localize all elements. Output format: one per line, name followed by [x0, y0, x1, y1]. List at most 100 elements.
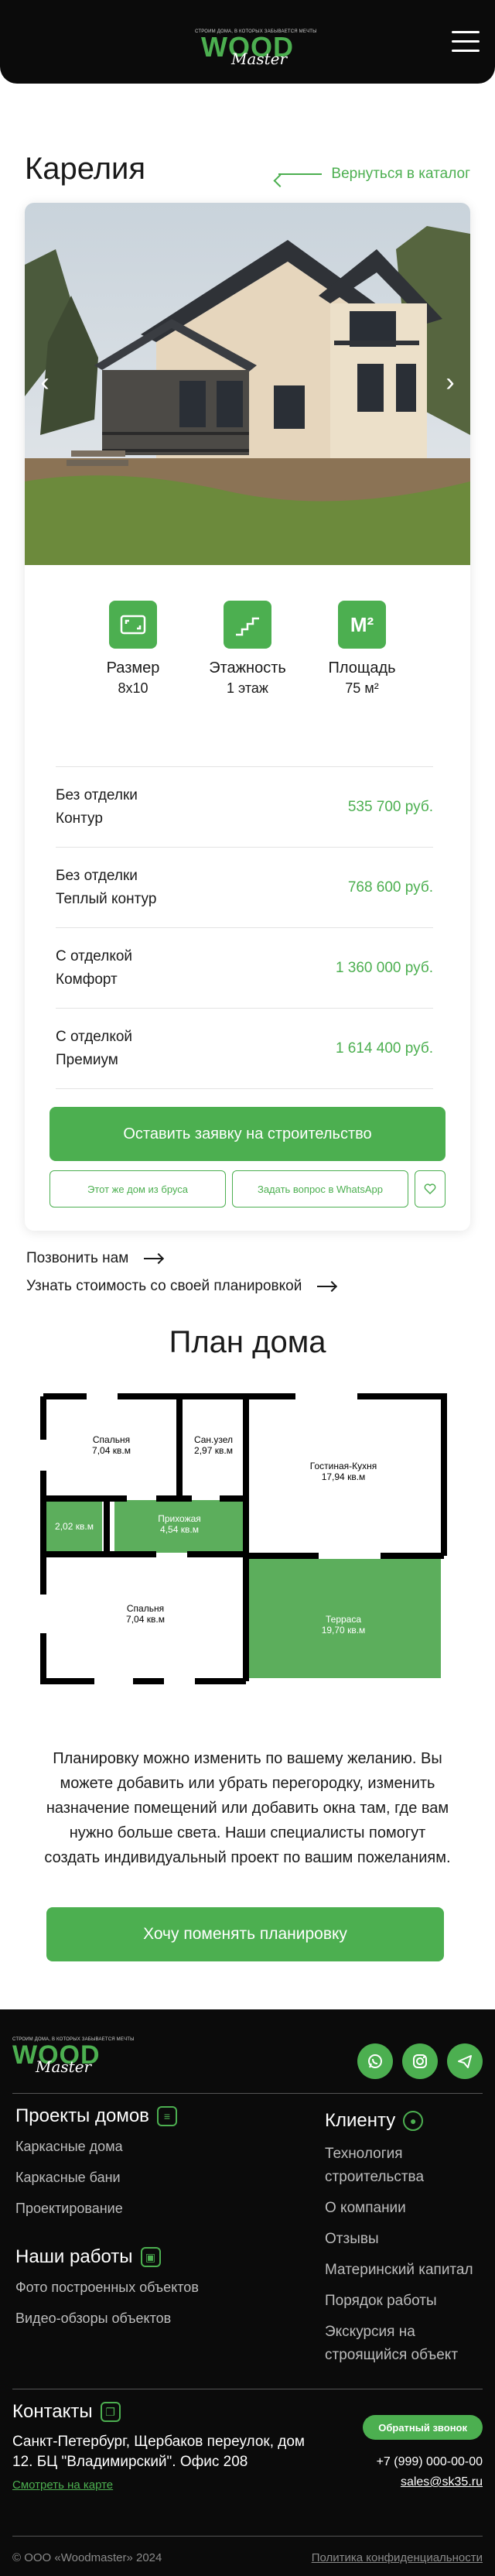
price-row[interactable]: С отделкой Комфорт 1 360 000 руб. [56, 928, 433, 1009]
next-photo-arrow-icon[interactable]: › [441, 368, 459, 396]
specs: Размер 8x10 Этажность 1 этаж М² Площадь … [25, 601, 470, 698]
own-plan-price-link[interactable]: Узнать стоимость со своей планировкой [26, 1273, 336, 1300]
room-label: Гостиная-Кухня [310, 1461, 377, 1471]
house-photo: ‹ › [25, 203, 470, 565]
spec-label: Площадь [328, 659, 396, 677]
price-row[interactable]: Без отделки Теплый контур 768 600 руб. [56, 848, 433, 928]
footer-link[interactable]: Экскурсия на строящийся объект [325, 2321, 487, 2367]
arrow-left-icon [278, 173, 323, 175]
call-us-label: Позвонить нам [26, 1250, 129, 1266]
client-heading[interactable]: Клиенту ● [325, 2110, 487, 2132]
arrow-right-icon [144, 1258, 163, 1259]
social-links [357, 2043, 483, 2079]
footer-link[interactable]: Каркасные бани [15, 2169, 278, 2186]
privacy-policy-link[interactable]: Политика конфиденциальности [312, 2551, 483, 2564]
room-area: 4,54 кв.м [160, 1524, 199, 1535]
product-card: ‹ › Размер 8x10 Этажность 1 этаж М² Площ… [25, 203, 470, 1231]
price-list: Без отделки Контур 535 700 руб. Без отдел… [56, 766, 433, 1089]
footer-link[interactable]: Порядок работы [325, 2290, 487, 2313]
plan-title: План дома [169, 1325, 326, 1359]
footer-link[interactable]: Каркасные дома [15, 2138, 278, 2155]
arrow-right-icon [317, 1286, 336, 1287]
footer-link[interactable]: Проектирование [15, 2200, 278, 2217]
room-label: Терраса [326, 1614, 361, 1625]
change-plan-button[interactable]: Хочу поменять планировку [46, 1907, 444, 1961]
price-option-name: С отделкой Премиум [56, 1028, 133, 1068]
page-title: Карелия [25, 152, 146, 186]
address: Санкт-Петербург, Щербаков переулок, дом … [12, 2434, 305, 2470]
floor-plan: Спальня 7,04 кв.м Сан.узел 2,97 кв.м Гос… [40, 1393, 447, 1684]
footer-link[interactable]: Материнский капитал [325, 2259, 487, 2282]
plan-description: Планировку можно изменить по вашему жела… [44, 1750, 451, 1866]
call-us-link[interactable]: Позвонить нам [26, 1245, 336, 1273]
price-option-name: Без отделки Контур [56, 786, 138, 827]
spec-label: Этажность [209, 659, 286, 677]
menu-icon[interactable] [452, 31, 480, 53]
footer-link[interactable]: Отзывы [325, 2228, 487, 2251]
price-value: 535 700 руб. [347, 798, 433, 815]
prev-photo-arrow-icon[interactable]: ‹ [36, 368, 54, 396]
price-value: 1 360 000 руб. [335, 959, 433, 976]
telegram-icon[interactable] [447, 2043, 483, 2079]
price-option-name: С отделкой Комфорт [56, 947, 133, 988]
spec-value: 75 м² [345, 680, 379, 696]
footer-link[interactable]: Технология строительства [325, 2143, 487, 2189]
footer-col-client: Клиенту ● Технология строительства О ком… [325, 2110, 487, 2375]
room-area: 7,04 кв.м [126, 1614, 165, 1625]
view-map-link[interactable]: Смотреть на карте [12, 2478, 113, 2492]
room-label: Сан.узел [194, 1434, 233, 1445]
whatsapp-icon[interactable] [357, 2043, 393, 2079]
room-area: 19,70 кв.м [322, 1625, 366, 1636]
whatsapp-question-button[interactable]: Задать вопрос в WhatsApp [232, 1170, 408, 1208]
callback-button[interactable]: Обратный звонок [363, 2415, 483, 2440]
favorite-heart-icon[interactable] [415, 1170, 446, 1208]
footer-link[interactable]: О компании [325, 2197, 487, 2220]
footer-contacts: Контакты ❐ Санкт-Петербург, Щербаков пер… [12, 2401, 483, 2492]
spec-label: Размер [106, 659, 160, 677]
footer-link[interactable]: Видео-обзоры объектов [15, 2310, 278, 2327]
footer-col-projects: Проекты домов ≡ Каркасные дома Каркасные… [15, 2105, 278, 2341]
projects-heading[interactable]: Проекты домов ≡ [15, 2105, 278, 2127]
room-area: 7,04 кв.м [92, 1445, 131, 1456]
works-heading[interactable]: Наши работы ▣ [15, 2246, 278, 2268]
order-construction-button[interactable]: Оставить заявку на строительство [50, 1107, 446, 1161]
copy-icon: ❐ [100, 2402, 121, 2422]
price-option-name: Без отделки Теплый контур [56, 867, 157, 907]
footer-divider [12, 2093, 483, 2094]
document-icon: ≡ [156, 2106, 177, 2126]
spec-value: 8x10 [118, 680, 148, 696]
spec-floors: Этажность 1 этаж [206, 601, 289, 698]
email-link[interactable]: sales@sk35.ru [401, 2475, 483, 2489]
secondary-buttons: Этот же дом из бруса Задать вопрос в Wha… [50, 1170, 446, 1208]
room-area: 2,02 кв.м [55, 1521, 94, 1532]
own-plan-label: Узнать стоимость со своей планировкой [26, 1278, 302, 1294]
phone-number[interactable]: +7 (999) 000-00-00 [377, 2455, 483, 2469]
site-footer: СТРОИМ ДОМА, В КОТОРЫХ ЗАБЫВАЕТСЯ МЕЧТЫ … [0, 2009, 495, 2576]
site-header: СТРОИМ ДОМА, В КОТОРЫХ ЗАБЫВАЕТСЯ МЕЧТЫ … [0, 0, 495, 84]
title-row: Карелия Вернуться в каталог [25, 150, 470, 197]
room-area: 2,97 кв.м [194, 1445, 233, 1456]
area-icon: М² [338, 601, 386, 649]
back-to-catalog-link[interactable]: Вернуться в каталог [278, 166, 470, 183]
same-house-timber-button[interactable]: Этот же дом из бруса [50, 1170, 226, 1208]
stairs-icon [224, 601, 271, 649]
room-label: Прихожая [158, 1513, 201, 1524]
price-row[interactable]: Без отделки Контур 535 700 руб. [56, 767, 433, 848]
extra-links: Позвонить нам Узнать стоимость со своей … [26, 1245, 336, 1300]
price-row[interactable]: С отделкой Премиум 1 614 400 руб. [56, 1009, 433, 1089]
size-icon [109, 601, 157, 649]
footer-logo[interactable]: СТРОИМ ДОМА, В КОТОРЫХ ЗАБЫВАЕТСЯ МЕЧТЫ … [12, 2037, 134, 2074]
spec-size: Размер 8x10 [91, 601, 175, 698]
price-value: 1 614 400 руб. [335, 1040, 433, 1057]
room-label: Спальня [127, 1603, 164, 1614]
box-icon: ▣ [140, 2247, 161, 2267]
spec-value: 1 этаж [227, 680, 268, 696]
price-value: 768 600 руб. [347, 879, 433, 896]
instagram-icon[interactable] [402, 2043, 438, 2079]
spec-area: М² Площадь 75 м² [320, 601, 404, 698]
back-link-label: Вернуться в каталог [331, 166, 470, 182]
room-area: 17,94 кв.м [322, 1471, 366, 1482]
logo[interactable]: СТРОИМ ДОМА, В КОТОРЫХ ЗАБЫВАЕТСЯ МЕЧТЫ … [195, 29, 316, 67]
footer-link[interactable]: Фото построенных объектов [15, 2279, 278, 2296]
room-label: Спальня [93, 1434, 130, 1445]
